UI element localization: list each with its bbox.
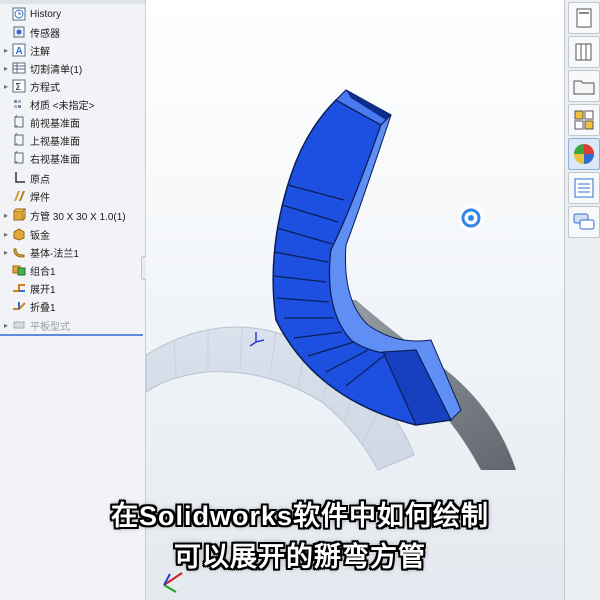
tree-item-history[interactable]: History bbox=[0, 5, 144, 23]
tree-top-strip bbox=[0, 0, 145, 4]
tree-item-label: 注解 bbox=[30, 46, 50, 58]
sensor-icon bbox=[13, 26, 25, 38]
tree-item-label: 基体-法兰1 bbox=[30, 248, 79, 260]
tree-item-label: 右视基准面 bbox=[30, 154, 80, 166]
solidworks-resources-icon bbox=[576, 8, 592, 28]
appearances-button[interactable] bbox=[568, 138, 600, 170]
flat-pattern-icon bbox=[13, 321, 25, 329]
custom-properties-button[interactable] bbox=[568, 172, 600, 204]
cut-list-icon bbox=[12, 62, 26, 74]
expand-arrow-icon[interactable]: ▸ bbox=[0, 211, 12, 220]
material-icon bbox=[14, 100, 21, 108]
tree-item-fold[interactable]: 折叠1 bbox=[0, 297, 144, 315]
tree-item-sheet-metal[interactable]: ▸ 钣金 bbox=[0, 225, 144, 243]
forum-icon bbox=[573, 213, 595, 230]
plane-icon bbox=[14, 115, 24, 128]
equation-icon: Σ bbox=[12, 79, 26, 93]
tree-item-top-plane[interactable]: 上视基准面 bbox=[0, 131, 144, 149]
tree-item-label: 原点 bbox=[30, 174, 50, 186]
tree-item-label: History bbox=[30, 8, 62, 20]
fold-icon bbox=[13, 302, 26, 310]
tree-item-label: 组合1 bbox=[30, 266, 56, 278]
file-explorer-button[interactable] bbox=[568, 70, 600, 102]
tree-item-sensors[interactable]: 传感器 bbox=[0, 23, 144, 41]
base-flange-icon bbox=[13, 248, 25, 258]
expand-arrow-icon[interactable]: ▸ bbox=[0, 82, 12, 91]
weldment-icon bbox=[14, 191, 25, 201]
expand-arrow-icon[interactable]: ▸ bbox=[0, 46, 12, 55]
tree-item-front-plane[interactable]: 前视基准面 bbox=[0, 113, 144, 131]
expand-arrow-icon[interactable]: ▸ bbox=[0, 230, 12, 239]
svg-text:Σ: Σ bbox=[15, 82, 21, 93]
tree-item-label: 切割清单(1) bbox=[30, 64, 83, 76]
expand-arrow-icon[interactable]: ▸ bbox=[0, 248, 12, 257]
tree-item-label: 折叠1 bbox=[30, 302, 56, 314]
view-orientation-triad bbox=[163, 572, 183, 593]
plane-icon bbox=[14, 133, 24, 146]
caption-line-1: 在Solidworks软件中如何绘制 bbox=[110, 501, 490, 531]
combine-icon bbox=[12, 265, 26, 276]
annotation-icon: A bbox=[12, 43, 26, 57]
appearances-icon bbox=[574, 144, 594, 164]
tree-item-square-tube[interactable]: ▸ 方管 30 X 30 X 1.0(1) bbox=[0, 206, 144, 224]
tree-item-equations[interactable]: ▸ Σ 方程式 bbox=[0, 77, 144, 95]
tree-item-weldment[interactable]: 焊件 bbox=[0, 187, 144, 205]
view-palette-icon bbox=[574, 110, 594, 130]
tree-item-material[interactable]: 材质 <未指定> bbox=[0, 95, 144, 113]
custom-properties-icon bbox=[574, 178, 594, 198]
expand-arrow-icon[interactable]: ▸ bbox=[0, 64, 12, 73]
tree-item-label: 材质 <未指定> bbox=[30, 100, 95, 112]
history-icon bbox=[12, 7, 26, 21]
rotation-cursor-icon bbox=[458, 205, 484, 231]
origin-icon bbox=[15, 172, 25, 183]
tree-item-label: 钣金 bbox=[30, 230, 50, 242]
tree-item-origin[interactable]: 原点 bbox=[0, 169, 144, 187]
tree-item-label: 上视基准面 bbox=[30, 136, 80, 148]
plane-icon bbox=[14, 151, 24, 164]
design-library-icon bbox=[575, 43, 592, 61]
sheet-metal-icon bbox=[13, 228, 25, 241]
tree-item-label: 前视基准面 bbox=[30, 118, 80, 130]
design-library-button[interactable] bbox=[568, 36, 600, 68]
rollback-bar[interactable] bbox=[0, 334, 143, 336]
tree-item-unfold[interactable]: 展开1 bbox=[0, 279, 144, 297]
tree-item-label: 展开1 bbox=[30, 284, 56, 296]
tree-item-combine[interactable]: 组合1 bbox=[0, 261, 144, 279]
structural-member-icon bbox=[13, 208, 26, 221]
tree-item-label: 平板型式 bbox=[30, 321, 70, 333]
file-explorer-icon bbox=[573, 80, 595, 95]
tree-item-label: 传感器 bbox=[30, 28, 60, 40]
view-palette-button[interactable] bbox=[568, 104, 600, 136]
tree-item-cut-list[interactable]: ▸ 切割清单(1) bbox=[0, 59, 144, 77]
tree-item-label: 方管 30 X 30 X 1.0(1) bbox=[30, 211, 126, 223]
caption-line-2: 可以展开的掰弯方管 bbox=[174, 542, 426, 572]
solidworks-resources-button[interactable] bbox=[568, 2, 600, 34]
unfold-icon bbox=[13, 284, 25, 292]
forum-button[interactable] bbox=[568, 206, 600, 238]
tree-item-flat-pattern[interactable]: ▸ 平板型式 bbox=[0, 316, 144, 334]
svg-text:A: A bbox=[16, 46, 23, 57]
tree-item-annotations[interactable]: ▸ A 注解 bbox=[0, 41, 144, 59]
tree-item-label: 焊件 bbox=[30, 192, 50, 204]
expand-arrow-icon[interactable]: ▸ bbox=[0, 321, 12, 330]
tree-item-right-plane[interactable]: 右视基准面 bbox=[0, 149, 144, 167]
tree-item-base-flange[interactable]: ▸ 基体-法兰1 bbox=[0, 243, 144, 261]
tree-item-label: 方程式 bbox=[30, 82, 60, 94]
